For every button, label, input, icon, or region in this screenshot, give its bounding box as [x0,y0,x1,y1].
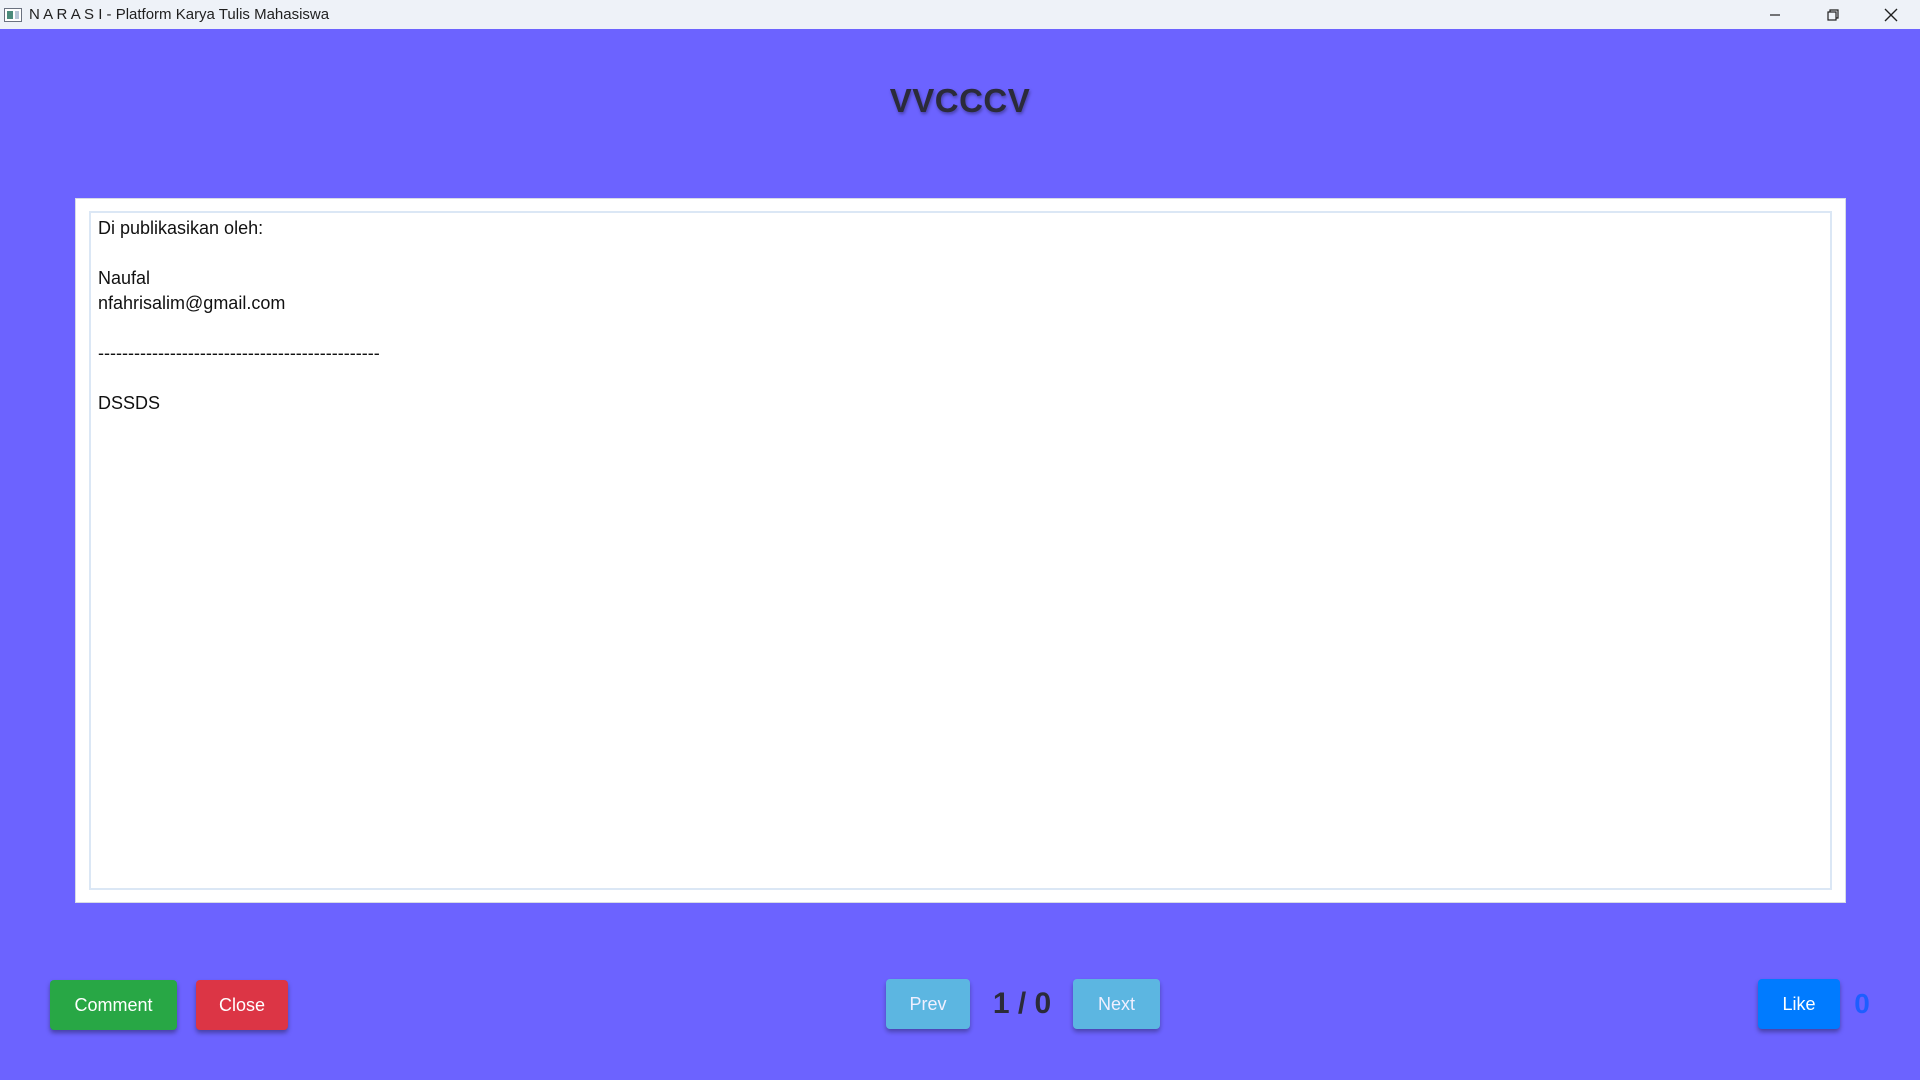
window-controls [1746,0,1920,29]
prev-button[interactable]: Prev [886,979,970,1029]
restore-icon [1827,8,1839,21]
like-count: 0 [1854,988,1870,1019]
content-line: DSSDS [98,393,161,413]
content-line: Naufal [98,268,151,288]
article-content-area[interactable]: Di publikasikan oleh: Naufal nfahrisalim@g… [89,211,1832,890]
article-title: VVCCCV [889,82,1031,119]
minimize-button[interactable] [1746,0,1804,29]
next-button[interactable]: Next [1073,979,1160,1029]
content-line: nfahrisalim@gmail.com [98,293,286,313]
article-content-frame: Di publikasikan oleh: Naufal nfahrisalim@g… [75,198,1846,903]
close-window-button[interactable] [1862,0,1920,29]
content-line: ----------------------------------------… [98,343,380,363]
content-line: Di publikasikan oleh: [98,218,264,238]
restore-button[interactable] [1804,0,1862,29]
minimize-icon [1770,13,1780,16]
window-title: N A R A S I - Platform Karya Tulis Mahas… [29,6,330,23]
close-button[interactable]: Close [196,980,288,1030]
app-icon [4,7,22,22]
comment-button[interactable]: Comment [50,980,177,1030]
content-line [98,366,1823,391]
like-button[interactable]: Like [1758,979,1840,1029]
content-line [98,241,1823,266]
close-icon [1884,8,1898,21]
window-titlebar: N A R A S I - Platform Karya Tulis Mahas… [0,0,1920,29]
content-line [98,316,1823,341]
page-indicator: 1 / 0 [992,987,1052,1020]
main-panel: VVCCCV Di publikasikan oleh: Naufal nfahri… [0,29,1920,1080]
